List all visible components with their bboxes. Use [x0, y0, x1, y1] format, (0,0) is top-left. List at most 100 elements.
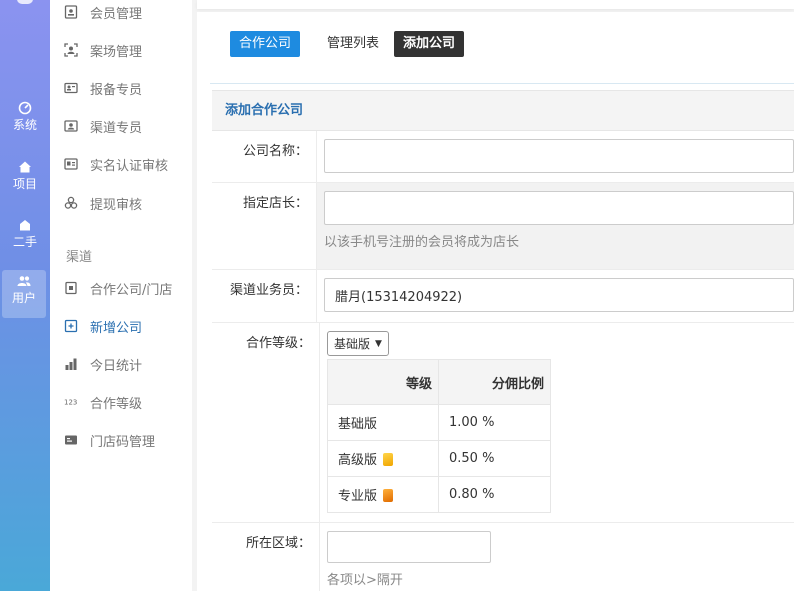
table-header-row: 等级 分佣比例	[327, 359, 551, 405]
level-name: 基础版	[338, 417, 378, 432]
submenu-item-site[interactable]: 案场管理	[50, 38, 192, 62]
table-row: 专业版 0.80 %	[327, 476, 551, 513]
level-field-cell: 基础版 ▼ 等级 分佣比例 基础版 1.00 % 高级版 0.50 % 专业版 …	[319, 323, 794, 522]
submenu-item-today-stats[interactable]: 今日统计	[50, 352, 192, 376]
rail-item-users[interactable]: 用户	[2, 270, 46, 318]
rail-item-secondhand[interactable]: 二手	[0, 214, 50, 262]
add-box-icon	[63, 318, 79, 334]
level-select-value: 基础版	[334, 337, 371, 351]
rail-label: 项目	[12, 177, 37, 191]
submenu-item-member[interactable]: 会员管理	[50, 0, 192, 24]
table-cell-level: 高级版	[327, 440, 439, 477]
users-icon	[2, 274, 46, 290]
submenu-label: 实名认证审核	[90, 158, 169, 174]
submenu-label: 提现审核	[90, 197, 143, 213]
rail-label: 二手	[12, 235, 37, 249]
left-rail: 系统 项目 二手 用户	[0, 0, 50, 591]
submenu-label: 会员管理	[90, 6, 143, 22]
rail-item-system[interactable]: 系统	[0, 97, 50, 145]
level-select[interactable]: 基础版 ▼	[327, 331, 389, 356]
table-cell-ratio: 0.80 %	[438, 476, 551, 513]
company-name-field-cell	[316, 131, 794, 182]
submenu-label: 新增公司	[90, 320, 143, 336]
svg-text:123: 123	[64, 399, 77, 407]
row-region: 所在区域： 各项以>隔开	[212, 523, 794, 591]
coins-icon	[63, 195, 79, 211]
logo-icon	[17, 0, 33, 4]
top-bar	[197, 0, 794, 9]
table-header-ratio: 分佣比例	[438, 359, 551, 405]
table-cell-level: 基础版	[327, 404, 439, 441]
row-manager: 指定店长： 以该手机号注册的会员将成为店长	[212, 183, 794, 270]
submenu-label: 合作公司/门店	[90, 282, 173, 298]
table-row: 基础版 1.00 %	[327, 404, 551, 441]
table-header-level: 等级	[327, 359, 439, 405]
region-label: 所在区域：	[245, 536, 311, 551]
table-cell-ratio: 1.00 %	[438, 404, 551, 441]
member-card-icon	[63, 4, 79, 20]
row-agent: 渠道业务员：	[212, 270, 794, 323]
submenu-label: 今日统计	[90, 358, 143, 374]
scan-user-icon	[63, 42, 79, 58]
house-icon	[0, 218, 50, 234]
rail-item-project[interactable]: 项目	[0, 156, 50, 204]
manager-label: 指定店长：	[242, 196, 308, 211]
region-hint: 各项以>隔开	[327, 573, 403, 588]
region-input[interactable]	[327, 531, 491, 563]
table-cell-level: 专业版	[327, 476, 439, 513]
tab-manage-list[interactable]: 管理列表	[318, 31, 388, 57]
medal-icon	[383, 453, 394, 466]
submenu-item-add-company[interactable]: 新增公司	[50, 314, 192, 338]
tab-add-company[interactable]: 添加公司	[394, 31, 465, 57]
main-panel: 合作公司 管理列表 添加公司 添加合作公司 公司名称： 指定店长： 以该手机号注…	[197, 12, 794, 591]
add-company-form: 添加合作公司 公司名称： 指定店长： 以该手机号注册的会员将成为店长 渠道业务员…	[212, 90, 794, 591]
level-name: 专业版	[338, 489, 378, 504]
row-company-name: 公司名称：	[212, 131, 794, 183]
submenu-label: 门店码管理	[90, 434, 156, 450]
chevron-down-icon: ▼	[375, 338, 382, 349]
table-row: 高级版 0.50 %	[327, 440, 551, 477]
bar-chart-icon	[63, 356, 79, 372]
submenu-item-partner-store[interactable]: 合作公司/门店	[50, 276, 192, 300]
tab-partner-company[interactable]: 合作公司	[230, 31, 301, 57]
submenu-item-level[interactable]: 123 合作等级	[50, 390, 192, 414]
tab-divider	[210, 83, 794, 84]
medal-icon	[383, 489, 394, 502]
submenu-item-report[interactable]: 报备专员	[50, 76, 192, 100]
submenu-item-withdraw[interactable]: 提现审核	[50, 191, 192, 215]
agent-input[interactable]	[324, 278, 794, 312]
agent-field-cell	[316, 270, 794, 322]
dashboard-icon	[0, 101, 50, 117]
level-table: 等级 分佣比例 基础版 1.00 % 高级版 0.50 % 专业版 0.80 %	[327, 359, 551, 513]
manager-field-cell: 以该手机号注册的会员将成为店长	[316, 183, 794, 269]
table-cell-ratio: 0.50 %	[438, 440, 551, 477]
submenu-label: 渠道专员	[90, 120, 143, 136]
form-title: 添加合作公司	[212, 90, 794, 131]
submenu-label: 案场管理	[90, 44, 143, 60]
company-name-label: 公司名称：	[242, 144, 308, 159]
manager-phone-input[interactable]	[324, 191, 794, 225]
id-card-icon	[63, 80, 79, 96]
level-label: 合作等级：	[245, 336, 311, 351]
manager-hint: 以该手机号注册的会员将成为店长	[324, 235, 520, 250]
submenu-item-verify[interactable]: 实名认证审核	[50, 152, 192, 176]
region-field-cell: 各项以>隔开	[319, 523, 794, 591]
submenu-item-channel-agent[interactable]: 渠道专员	[50, 114, 192, 138]
contact-card-icon	[63, 118, 79, 134]
rail-label: 系统	[12, 118, 37, 132]
agent-label: 渠道业务员：	[229, 283, 308, 298]
submenu-item-store-code[interactable]: 门店码管理	[50, 428, 192, 452]
row-level: 合作等级： 基础版 ▼ 等级 分佣比例 基础版 1.00 % 高级版 0.50 …	[212, 323, 794, 523]
submenu-label: 合作等级	[90, 396, 143, 412]
store-icon	[63, 280, 79, 296]
rail-label: 用户	[11, 291, 36, 305]
level-name: 高级版	[338, 453, 378, 468]
submenu-label: 报备专员	[90, 82, 143, 98]
submenu-group-channel: 渠道	[66, 250, 93, 265]
verify-card-icon	[63, 156, 79, 172]
home-icon	[0, 160, 50, 176]
qr-card-icon	[63, 432, 79, 448]
company-name-input[interactable]	[324, 139, 794, 173]
number-123-icon: 123	[63, 394, 79, 410]
sub-menu: 会员管理 案场管理 报备专员 渠道专员 实名认证审核 提现审核 渠道 合作公司/…	[50, 0, 192, 591]
